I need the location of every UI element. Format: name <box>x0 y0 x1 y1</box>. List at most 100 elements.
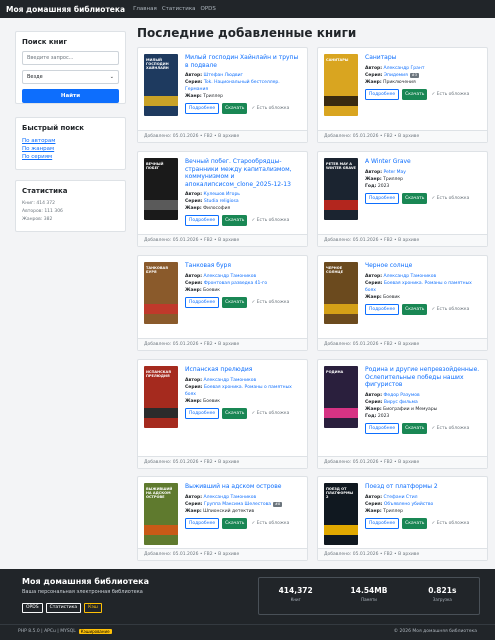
book-title-link[interactable]: Родина и другие непревзойденные. Ослепит… <box>365 366 481 389</box>
genre-label: Жанр: <box>365 508 382 514</box>
book-author-link[interactable]: Александр Грант <box>384 66 425 71</box>
book-title-link[interactable]: Санитары <box>365 54 481 62</box>
book-card: Поезд от платформы 2 Поезд от платформы 2… <box>317 476 488 561</box>
details-button[interactable]: Подробнее <box>365 192 400 204</box>
details-button[interactable]: Подробнее <box>365 88 400 100</box>
book-title-link[interactable]: Танковая буря <box>185 262 301 270</box>
nav-link-stats[interactable]: Статистика <box>162 6 196 12</box>
book-series-link[interactable]: Фронтовая разведка 41-го <box>204 281 267 286</box>
quick-link-genres[interactable]: По жанрам <box>22 145 119 153</box>
book-series-link[interactable]: Эпидемия <box>384 73 408 78</box>
book-cover[interactable]: Вечный побег <box>144 158 178 220</box>
details-button[interactable]: Подробнее <box>185 296 220 308</box>
book-series-link[interactable]: Studia religiosa <box>204 199 239 204</box>
book-series-link[interactable]: Группа Максима Шелестова <box>204 502 271 507</box>
book-card: Танковая буря Танковая буря Автор: Алексан… <box>137 255 308 351</box>
search-scope-select[interactable]: Везде ⌄ <box>22 70 119 84</box>
book-title-link[interactable]: Испанская прелюдия <box>185 366 301 374</box>
book-series-link[interactable]: Вирус фильма <box>384 400 418 405</box>
book-author-link[interactable]: Федор Разумов <box>384 393 420 398</box>
details-button[interactable]: Подробнее <box>365 303 400 315</box>
book-cover-text: Танковая буря <box>146 266 168 274</box>
book-title-link[interactable]: Поезд от платформы 2 <box>365 483 481 491</box>
footer-opds-button[interactable]: OPDS <box>22 603 43 613</box>
book-author-link[interactable]: Александр Тамоников <box>384 274 437 279</box>
book-title-link[interactable]: Милый господин Хайнлайн и трупы в подвал… <box>185 54 301 69</box>
book-title-link[interactable]: A Winter Grave <box>365 158 481 166</box>
footer-stat-books-label: Книг <box>290 597 301 602</box>
download-button[interactable]: Скачать <box>402 88 428 100</box>
search-button[interactable]: Найти <box>22 89 119 103</box>
nav-link-home[interactable]: Главная <box>133 6 157 12</box>
download-button[interactable]: Скачать <box>222 407 248 419</box>
book-genre-row: Жанр: Триллер <box>185 93 301 100</box>
has-cover-indicator: ✓ Есть обложка <box>431 195 470 201</box>
download-button[interactable]: Скачать <box>402 517 428 529</box>
book-actions: Подробнее Скачать ✓ Есть обложка <box>185 296 301 308</box>
download-button[interactable]: Скачать <box>222 517 248 529</box>
book-author-link[interactable]: Стефани Стил <box>384 495 418 500</box>
book-cover[interactable]: Выживший на адском острове <box>144 483 178 545</box>
details-button[interactable]: Подробнее <box>365 422 400 434</box>
download-button[interactable]: Скачать <box>222 103 248 114</box>
footer-subtitle: Ваша персональная электронная библиотека <box>22 589 143 595</box>
book-series-row: Серия: Tok. Национальный бестселлер. Гер… <box>185 79 301 93</box>
book-card-footer: Добавлено: 05.01.2026 • FB2 • В архиве <box>138 234 307 246</box>
book-cover[interactable]: Санитары <box>324 54 358 116</box>
book-cover[interactable]: Милый господин Хайнлайн <box>144 54 178 116</box>
footer-tech-info: PHP 8.5.0 | APCu | MYSQL Кэширование <box>18 629 112 634</box>
download-button[interactable]: Скачать <box>222 296 248 308</box>
book-genre: Философия <box>203 206 231 211</box>
book-series-row: Серия: Эпидемия #3 <box>365 72 481 79</box>
details-button[interactable]: Подробнее <box>365 517 400 529</box>
author-label: Автор: <box>185 377 203 383</box>
book-info: Вечный побег. Старообрядцы-странники меж… <box>185 158 301 226</box>
search-input[interactable]: Введите запрос... <box>22 51 119 65</box>
book-author-link[interactable]: Штефан Людвиг <box>204 73 243 78</box>
search-scope-value: Везде <box>27 74 43 80</box>
book-author-link[interactable]: Кулешов Игорь <box>204 192 240 197</box>
genre-label: Жанр: <box>185 508 202 514</box>
book-author-link[interactable]: Александр Тамоников <box>204 378 257 383</box>
quick-link-authors[interactable]: По авторам <box>22 137 119 145</box>
author-label: Автор: <box>365 169 383 175</box>
book-cover[interactable]: Танковая буря <box>144 262 178 324</box>
stat-books: Книг: 414 372 <box>22 201 55 206</box>
book-cover-text: Милый господин Хайнлайн <box>146 58 169 70</box>
details-button[interactable]: Подробнее <box>185 517 220 529</box>
details-button[interactable]: Подробнее <box>185 103 220 114</box>
book-title-link[interactable]: Черное солнце <box>365 262 481 270</box>
book-cover[interactable]: Peter May A Winter Grave <box>324 158 358 220</box>
book-title-link[interactable]: Вечный побег. Старообрядцы-странники меж… <box>185 158 301 188</box>
book-cover[interactable]: Родина <box>324 366 358 428</box>
book-series-link[interactable]: Боевая хроника. Романы о памятных боях <box>365 281 472 293</box>
quick-search-panel: Быстрый поиск По авторам По жанрам По се… <box>15 117 126 170</box>
book-year: 2023 <box>377 413 390 419</box>
nav-link-opds[interactable]: OPDS <box>201 6 216 12</box>
book-cover-text: Родина <box>326 370 344 374</box>
book-title-link[interactable]: Выживший на адском острове <box>185 483 301 491</box>
quick-link-series[interactable]: По сериям <box>22 153 119 161</box>
book-card-footer: Добавлено: 05.01.2026 • FB2 • В архиве <box>318 456 487 468</box>
download-button[interactable]: Скачать <box>402 303 428 315</box>
navbar-brand[interactable]: Моя домашняя библиотека <box>6 5 125 14</box>
book-author-link[interactable]: Александр Тамоников <box>204 274 257 279</box>
page-footer: Моя домашняя библиотека Ваша персональна… <box>0 569 495 640</box>
download-button[interactable]: Скачать <box>222 215 248 226</box>
book-series-link[interactable]: Боевая хроника. Романы о памятных боях <box>185 385 292 397</box>
download-button[interactable]: Скачать <box>402 192 428 204</box>
book-cover[interactable]: Поезд от платформы 2 <box>324 483 358 545</box>
details-button[interactable]: Подробнее <box>185 215 220 226</box>
footer-cache-button[interactable]: Кэш <box>84 603 102 613</box>
book-cover[interactable]: Испанская прелюдия <box>144 366 178 428</box>
book-cover-band <box>324 304 358 314</box>
download-button[interactable]: Скачать <box>402 422 428 434</box>
book-author-link[interactable]: Александр Тамоников <box>204 495 257 500</box>
book-cover[interactable]: Черное солнце <box>324 262 358 324</box>
footer-stats-button[interactable]: Статистика <box>45 603 82 613</box>
series-label: Серия: <box>365 399 383 405</box>
has-cover-indicator: ✓ Есть обложка <box>431 306 470 312</box>
book-author-link[interactable]: Peter May <box>384 170 406 175</box>
details-button[interactable]: Подробнее <box>185 407 220 419</box>
book-series-link[interactable]: Объявлено убийство <box>384 502 433 507</box>
